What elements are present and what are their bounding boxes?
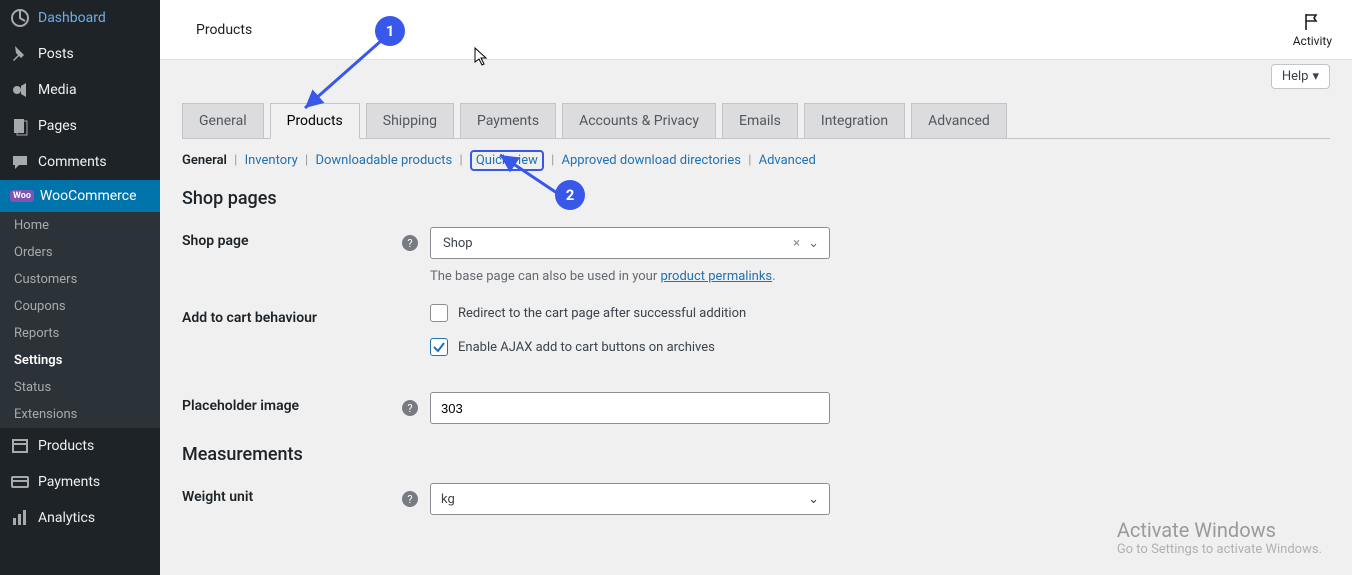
payments-icon — [10, 472, 30, 492]
page-title: Products — [196, 22, 252, 38]
sidebar-sub-extensions[interactable]: Extensions — [0, 401, 160, 428]
tab-accounts[interactable]: Accounts & Privacy — [562, 103, 716, 138]
placeholder-image-input[interactable] — [430, 392, 830, 424]
sidebar-item-pages[interactable]: Pages — [0, 108, 160, 144]
sidebar-label: Products — [38, 438, 94, 454]
help-icon[interactable]: ? — [402, 491, 418, 507]
label-weight-unit: Weight unit — [182, 483, 402, 505]
tab-general[interactable]: General — [182, 103, 264, 138]
sidebar-label: Pages — [38, 118, 77, 134]
flag-icon — [1302, 12, 1322, 32]
checkbox-ajax-cart[interactable] — [430, 338, 448, 356]
tab-payments[interactable]: Payments — [460, 103, 556, 138]
subtab-inventory[interactable]: Inventory — [245, 153, 298, 168]
chevron-down-icon: ▾ — [1312, 69, 1319, 84]
subtab-downloadable[interactable]: Downloadable products — [315, 153, 452, 168]
label-add-to-cart: Add to cart behaviour — [182, 304, 402, 326]
woo-badge-icon: Woo — [10, 190, 34, 202]
sidebar-label: Media — [38, 82, 77, 98]
dashboard-icon — [10, 8, 30, 28]
admin-sidebar: Dashboard Posts Media Pages Comments Woo… — [0, 0, 160, 575]
checkbox-redirect-label: Redirect to the cart page after successf… — [458, 306, 746, 321]
windows-activation-watermark: Activate Windows Go to Settings to activ… — [1117, 518, 1322, 557]
pages-icon — [10, 116, 30, 136]
annotation-badge-1: 1 — [375, 16, 405, 46]
help-icon[interactable]: ? — [402, 400, 418, 416]
weight-unit-value: kg — [441, 492, 455, 507]
product-permalinks-link[interactable]: product permalinks — [660, 269, 772, 284]
check-icon — [432, 340, 446, 354]
products-subtabs: General | Inventory | Downloadable produ… — [182, 139, 1330, 174]
cursor-icon — [474, 47, 490, 67]
section-shop-pages: Shop pages — [182, 188, 1330, 209]
sidebar-item-posts[interactable]: Posts — [0, 36, 160, 72]
tab-advanced[interactable]: Advanced — [911, 103, 1007, 138]
checkbox-redirect-cart[interactable] — [430, 304, 448, 322]
help-icon[interactable]: ? — [402, 235, 418, 251]
sidebar-sub-customers[interactable]: Customers — [0, 266, 160, 293]
subtab-general[interactable]: General — [182, 153, 227, 168]
main-panel: Products Activity Help ▾ General Product… — [160, 0, 1352, 575]
shop-page-hint: The base page can also be used in your p… — [430, 269, 1330, 284]
products-icon — [10, 436, 30, 456]
tab-emails[interactable]: Emails — [722, 103, 798, 138]
comments-icon — [10, 152, 30, 172]
sidebar-sub-status[interactable]: Status — [0, 374, 160, 401]
sidebar-label: Payments — [38, 474, 100, 490]
annotation-badge-2: 2 — [555, 180, 585, 210]
sidebar-label: Posts — [38, 46, 74, 62]
tab-integration[interactable]: Integration — [804, 103, 905, 138]
sidebar-item-media[interactable]: Media — [0, 72, 160, 108]
sidebar-sub-reports[interactable]: Reports — [0, 320, 160, 347]
weight-unit-select[interactable]: kg ⌄ — [430, 483, 830, 515]
sidebar-item-analytics[interactable]: Analytics — [0, 500, 160, 536]
shop-page-select[interactable]: Shop × ⌄ — [430, 227, 830, 259]
checkbox-ajax-label: Enable AJAX add to cart buttons on archi… — [458, 340, 715, 355]
chevron-down-icon: ⌄ — [808, 492, 819, 507]
sidebar-item-payments[interactable]: Payments — [0, 464, 160, 500]
help-label: Help — [1282, 69, 1309, 84]
clear-icon[interactable]: × — [789, 236, 804, 251]
sidebar-sub-settings[interactable]: Settings — [0, 347, 160, 374]
subtab-advanced[interactable]: Advanced — [759, 153, 816, 168]
sidebar-item-products[interactable]: Products — [0, 428, 160, 464]
media-icon — [10, 80, 30, 100]
activity-label: Activity — [1293, 34, 1332, 48]
sidebar-sub-home[interactable]: Home — [0, 212, 160, 239]
sidebar-item-dashboard[interactable]: Dashboard — [0, 0, 160, 36]
sidebar-sub-coupons[interactable]: Coupons — [0, 293, 160, 320]
sidebar-item-woocommerce[interactable]: Woo WooCommerce — [0, 180, 160, 212]
activity-button[interactable]: Activity — [1293, 12, 1332, 48]
sidebar-label: Comments — [38, 154, 107, 170]
analytics-icon — [10, 508, 30, 528]
sidebar-item-comments[interactable]: Comments — [0, 144, 160, 180]
sidebar-sub-orders[interactable]: Orders — [0, 239, 160, 266]
sidebar-label: Dashboard — [38, 10, 106, 26]
chevron-down-icon[interactable]: ⌄ — [804, 236, 823, 251]
sidebar-label: WooCommerce — [40, 188, 137, 204]
help-dropdown[interactable]: Help ▾ — [1271, 64, 1330, 89]
shop-page-value: Shop — [437, 236, 789, 251]
label-placeholder-image: Placeholder image — [182, 392, 402, 414]
section-measurements: Measurements — [182, 444, 1330, 465]
sidebar-label: Analytics — [38, 510, 95, 526]
pin-icon — [10, 44, 30, 64]
label-shop-page: Shop page — [182, 227, 402, 249]
